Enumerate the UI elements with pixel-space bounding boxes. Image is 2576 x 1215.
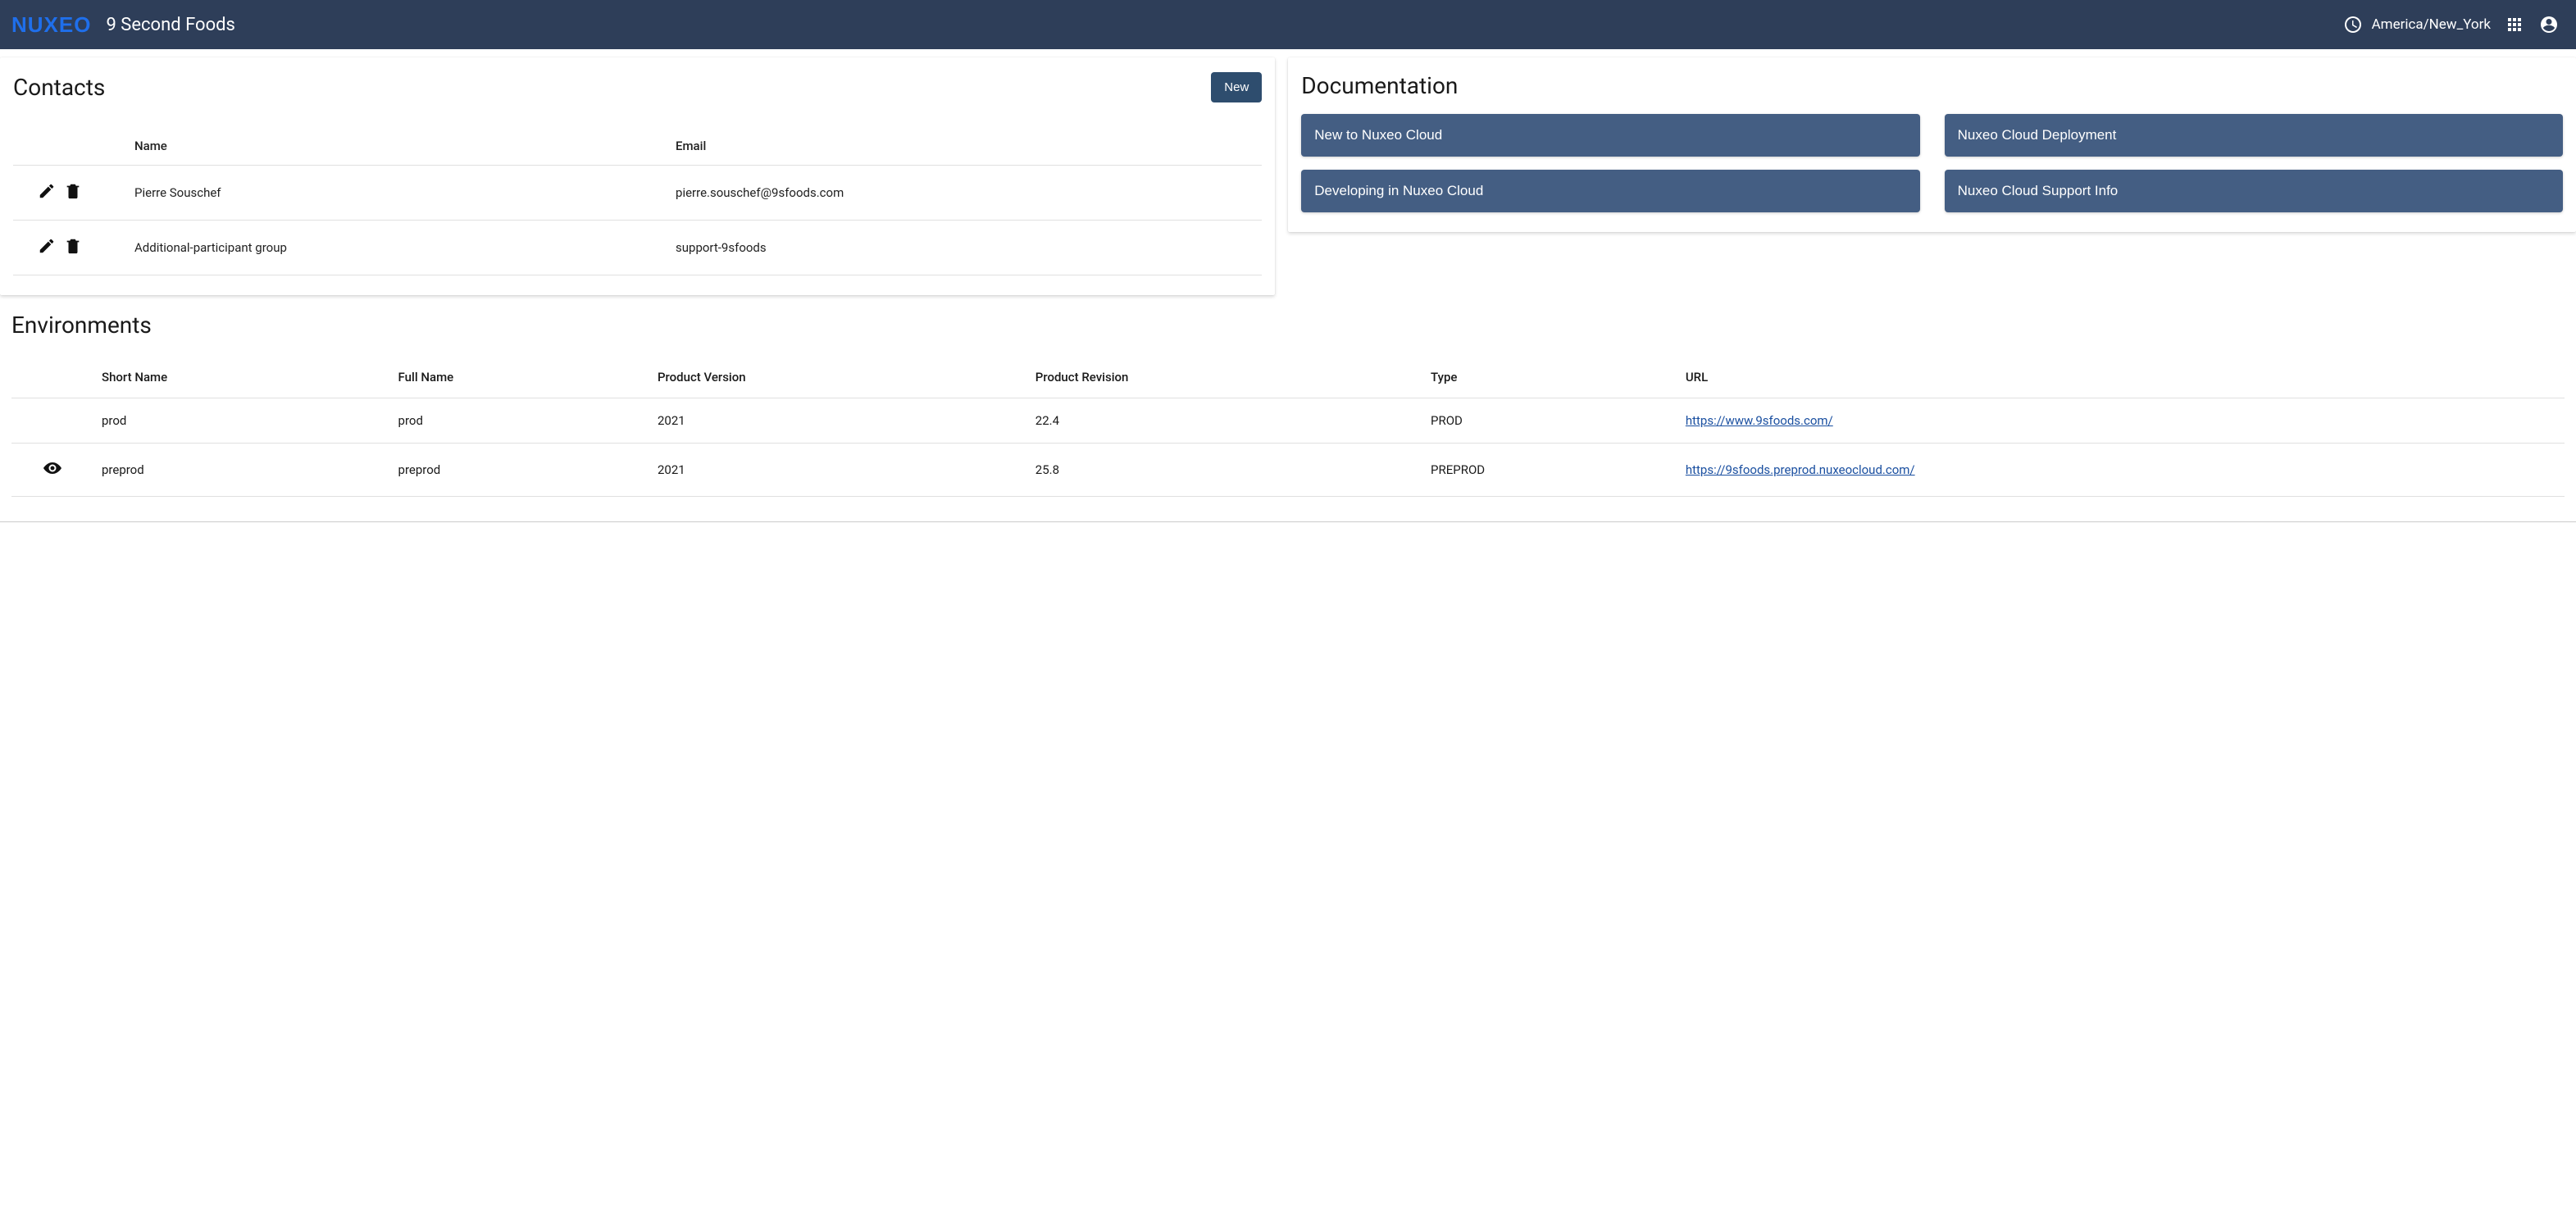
env-col-shortname: Short Name — [93, 357, 390, 398]
edit-icon[interactable] — [38, 182, 56, 203]
contacts-title: Contacts — [13, 74, 105, 101]
env-url-link[interactable]: https://www.9sfoods.com/ — [1686, 413, 1833, 428]
clock-icon — [2342, 14, 2364, 35]
environments-table: Short Name Full Name Product Version Pro… — [11, 357, 2565, 497]
contacts-col-email: Email — [669, 127, 1262, 166]
env-col-version: Product Version — [649, 357, 1027, 398]
header-left: NUXEO 9 Second Foods — [11, 12, 235, 38]
environments-title: Environments — [11, 312, 2565, 339]
contact-email: pierre.souschef@9sfoods.com — [669, 166, 1262, 221]
contact-email: support-9sfoods — [669, 221, 1262, 275]
contacts-col-actions — [13, 127, 128, 166]
contact-name: Pierre Souschef — [128, 166, 669, 221]
env-revision: 25.8 — [1027, 444, 1422, 497]
delete-icon[interactable] — [64, 182, 82, 203]
logo[interactable]: NUXEO — [11, 12, 91, 38]
env-col-url: URL — [1677, 357, 2565, 398]
env-col-fullname: Full Name — [390, 357, 649, 398]
account-icon[interactable] — [2538, 14, 2560, 35]
doc-link-new-to-cloud[interactable]: New to Nuxeo Cloud — [1301, 114, 1919, 157]
env-col-icon — [11, 357, 93, 398]
env-row: preprod preprod 2021 25.8 PREPROD https:… — [11, 444, 2565, 497]
contact-name: Additional-participant group — [128, 221, 669, 275]
doc-link-cloud-deployment[interactable]: Nuxeo Cloud Deployment — [1945, 114, 2563, 157]
timezone-label: America/New_York — [2372, 16, 2491, 33]
env-col-type: Type — [1422, 357, 1677, 398]
env-fullname: preprod — [390, 444, 649, 497]
env-revision: 22.4 — [1027, 398, 1422, 444]
env-url-link[interactable]: https://9sfoods.preprod.nuxeocloud.com/ — [1686, 462, 1915, 477]
header-right: America/New_York — [2342, 14, 2560, 35]
timezone-display[interactable]: America/New_York — [2342, 14, 2491, 35]
doc-link-support-info[interactable]: Nuxeo Cloud Support Info — [1945, 170, 2563, 212]
documentation-panel: Documentation New to Nuxeo Cloud Nuxeo C… — [1288, 57, 2576, 232]
env-row: prod prod 2021 22.4 PROD https://www.9sf… — [11, 398, 2565, 444]
doc-link-developing[interactable]: Developing in Nuxeo Cloud — [1301, 170, 1919, 212]
env-type: PROD — [1422, 398, 1677, 444]
env-type: PREPROD — [1422, 444, 1677, 497]
apps-icon[interactable] — [2504, 14, 2525, 35]
env-version: 2021 — [649, 398, 1027, 444]
env-shortname: preprod — [93, 444, 390, 497]
contacts-panel: Contacts New Name Email — [0, 57, 1275, 295]
contacts-col-name: Name — [128, 127, 669, 166]
environments-panel: Environments Short Name Full Name Produc… — [0, 300, 2576, 522]
delete-icon[interactable] — [64, 237, 82, 258]
contact-row: Additional-participant group support-9sf… — [13, 221, 1262, 275]
env-fullname: prod — [390, 398, 649, 444]
env-shortname: prod — [93, 398, 390, 444]
new-contact-button[interactable]: New — [1211, 72, 1262, 102]
contact-row: Pierre Souschef pierre.souschef@9sfoods.… — [13, 166, 1262, 221]
env-version: 2021 — [649, 444, 1027, 497]
documentation-title: Documentation — [1301, 72, 1458, 99]
contacts-table: Name Email Pierre Souschef pierre.sousch… — [13, 127, 1262, 275]
edit-icon[interactable] — [38, 237, 56, 258]
env-col-revision: Product Revision — [1027, 357, 1422, 398]
app-title: 9 Second Foods — [106, 15, 234, 35]
app-header: NUXEO 9 Second Foods America/New_York — [0, 0, 2576, 49]
eye-icon[interactable] — [43, 466, 62, 481]
